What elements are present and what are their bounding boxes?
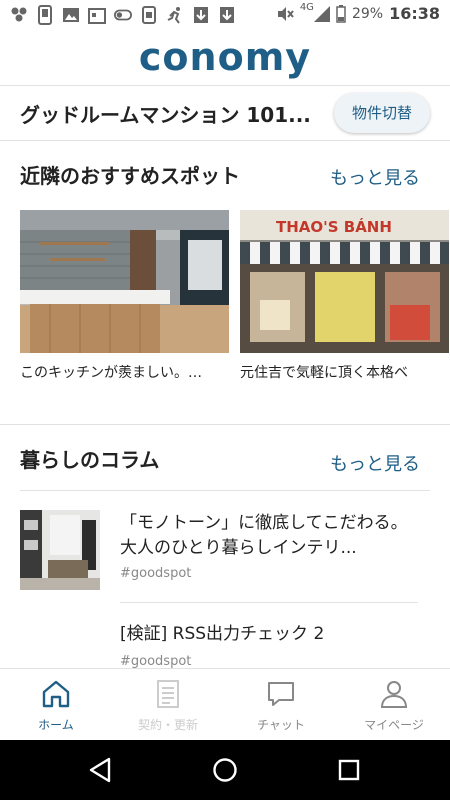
column-item[interactable]: 「モノトーン」に徹底してこだわる。大人のひとり暮らしインテリ... #goods…: [0, 510, 450, 600]
column-title: [検証] RSS出力チェック 2: [120, 624, 325, 644]
mute-icon: [277, 6, 294, 21]
sim-icon: [140, 5, 158, 25]
columns-more-link[interactable]: もっと見る: [330, 450, 420, 476]
switch-property-button[interactable]: 物件切替: [334, 93, 430, 133]
system-navigation-bar: [0, 740, 450, 800]
image-icon: [62, 5, 80, 25]
toggle-icon: [114, 5, 132, 25]
nav-chat-label: チャット: [257, 718, 305, 732]
home-icon: [42, 680, 70, 708]
column-title: 「モノトーン」に徹底してこだわる。大人のひとり暮らしインテリ...: [120, 513, 408, 558]
document-icon: [157, 680, 179, 708]
nav-home-label: ホーム: [38, 718, 74, 732]
download-icon: [192, 5, 210, 25]
property-name: グッドルームマンション 101...: [20, 103, 311, 127]
calendar-icon: [88, 5, 106, 25]
spots-more-link[interactable]: もっと見る: [330, 164, 420, 190]
nav-mypage[interactable]: マイページ: [338, 669, 450, 741]
signal-icon: [313, 5, 330, 22]
status-bar: 4G 29% 16:38: [0, 0, 450, 32]
system-indicators: 4G 29% 16:38: [276, 2, 440, 23]
notification-icons: [10, 5, 236, 25]
spot-card-caption: このキッチンが羨ましい。…: [20, 365, 202, 381]
phone-icon: [36, 5, 54, 25]
shop-sign-text: THAO'S BÁNH: [276, 217, 392, 236]
spots-section-title: 近隣のおすすめスポット: [20, 164, 240, 188]
shop-photo: THAO'S BÁNH: [240, 210, 449, 353]
network-label: 4G: [299, 2, 314, 13]
spot-card[interactable]: このキッチンが羨ましい。…: [20, 210, 229, 382]
bottom-navigation: ホーム 契約・更新 チャット マイページ: [0, 668, 450, 740]
logo-text: conomy: [138, 35, 312, 79]
app-notification-icon: [10, 5, 28, 25]
battery-percent: 29%: [351, 5, 384, 22]
columns-section-title: 暮らしのコラム: [20, 448, 160, 472]
column-tag: #goodspot: [120, 566, 192, 581]
column-item[interactable]: [検証] RSS出力チェック 2 #goodspot: [0, 620, 450, 669]
chat-icon: [268, 682, 294, 706]
nav-chat[interactable]: チャット: [225, 669, 337, 741]
recents-icon[interactable]: [338, 759, 360, 781]
divider: [120, 602, 418, 603]
person-icon: [380, 681, 408, 708]
back-icon[interactable]: [88, 757, 112, 783]
property-bar: グッドルームマンション 101... 物件切替: [0, 86, 450, 140]
kitchen-photo: [20, 210, 229, 353]
divider: [0, 140, 450, 141]
nav-contract-label: 契約・更新: [137, 718, 198, 732]
download-icon-2: [218, 5, 236, 25]
spot-card-caption: 元住吉で気軽に頂く本格ベ: [240, 365, 408, 381]
nav-contract[interactable]: 契約・更新: [112, 669, 224, 741]
column-thumbnail: [20, 510, 100, 590]
running-icon: [166, 5, 184, 25]
battery-icon: [336, 4, 346, 23]
clock: 16:38: [389, 4, 440, 23]
nav-home[interactable]: ホーム: [0, 669, 112, 741]
home-circle-icon[interactable]: [212, 757, 238, 783]
column-tag: #goodspot: [120, 654, 192, 669]
divider: [0, 424, 450, 425]
divider: [20, 490, 430, 491]
app-logo: conomy: [0, 30, 450, 84]
spot-card[interactable]: THAO'S BÁNH 元住吉で気軽に頂く本格ベ: [240, 210, 449, 382]
nav-mypage-label: マイページ: [364, 718, 424, 732]
